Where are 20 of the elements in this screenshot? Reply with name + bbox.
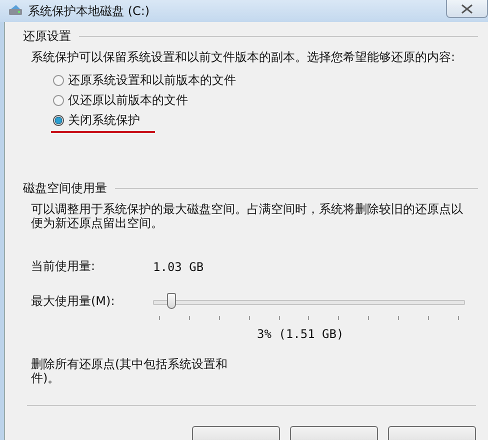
description-text: 系统保护可以保留系统设置和以前文件版本的副本。选择您希望能够还原的内容: bbox=[31, 50, 456, 64]
radio-button[interactable] bbox=[53, 74, 64, 86]
group-heading: 还原设置 bbox=[23, 28, 71, 45]
radio-button[interactable] bbox=[53, 94, 64, 106]
window-title: 系统保护本地磁盘 (C:) bbox=[28, 2, 150, 20]
close-button[interactable] bbox=[446, 0, 488, 18]
radio-button[interactable] bbox=[53, 114, 64, 126]
description-text: 可以调整用于系统保护的最大磁盘空间。占满空间时，系统将删除较旧的还原点以便为新还原点留出空间。 bbox=[31, 202, 464, 230]
radio-label[interactable]: 仅还原以前版本的文件 bbox=[68, 92, 188, 108]
radio-label[interactable]: 还原系统设置和以前版本的文件 bbox=[68, 72, 236, 88]
radio-label[interactable]: 关闭系统保护 bbox=[68, 112, 140, 128]
current-usage-value: 1.03 GB bbox=[153, 260, 204, 274]
delete-description: 删除所有还原点(其中包括系统设置和 bbox=[31, 357, 229, 371]
close-icon bbox=[461, 4, 473, 14]
group-heading: 磁盘空间使用量 bbox=[23, 180, 107, 197]
current-usage-label: 当前使用量: bbox=[31, 258, 96, 275]
max-usage-reading: 3% (1.51 GB) bbox=[257, 327, 345, 341]
delete-description: 件)。 bbox=[31, 371, 61, 385]
slider-thumb[interactable] bbox=[167, 293, 176, 309]
max-usage-label: 最大使用量(M): bbox=[31, 293, 116, 310]
